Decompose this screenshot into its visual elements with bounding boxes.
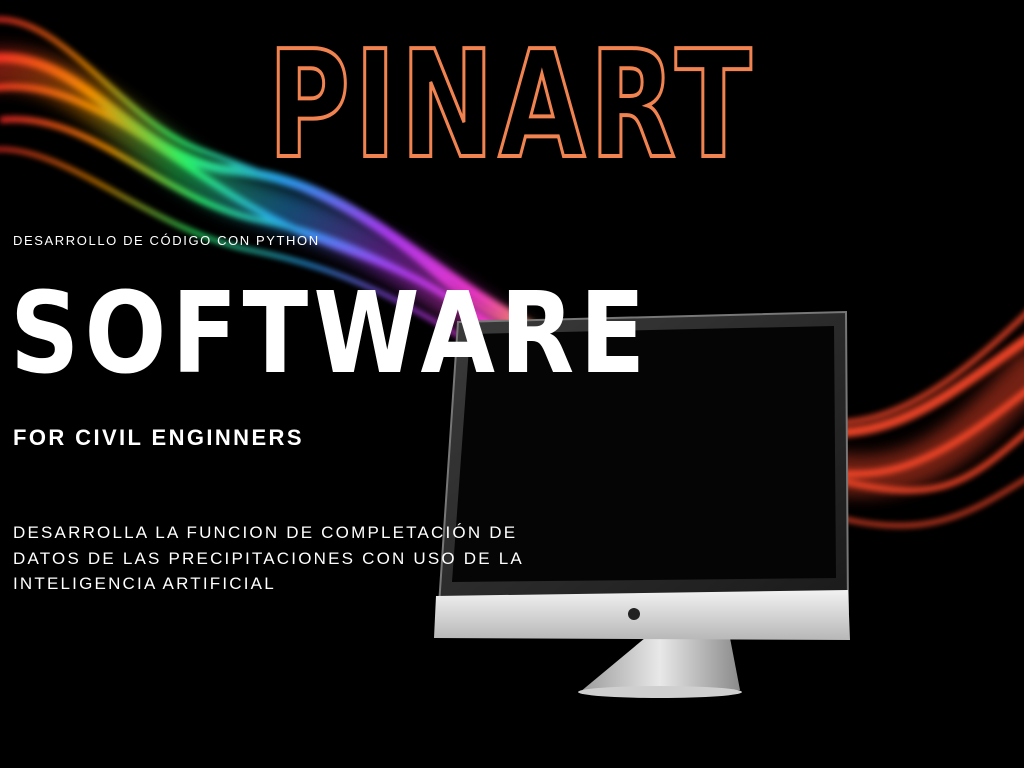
brand-title: PINART: [268, 34, 756, 174]
description: DESARROLLA LA FUNCION DE COMPLETACIÓN DE…: [13, 520, 573, 597]
description-line: DATOS DE LAS PRECIPITACIONES CON USO DE …: [13, 548, 524, 568]
page-title: SOFTWARE: [10, 269, 651, 399]
poster: PINART DESARROLLO DE CÓDIGO CON PYTHON S…: [0, 0, 1024, 768]
subtitle: FOR CIVIL ENGINNERS: [13, 425, 304, 450]
description-line: INTELIGENCIA ARTIFICIAL: [13, 574, 276, 593]
description-line: DESARROLLA LA FUNCION DE COMPLETACIÓN DE: [13, 523, 518, 542]
kicker-text: DESARROLLO DE CÓDIGO CON PYTHON: [13, 233, 320, 248]
brand-logo: PINART: [266, 34, 756, 174]
